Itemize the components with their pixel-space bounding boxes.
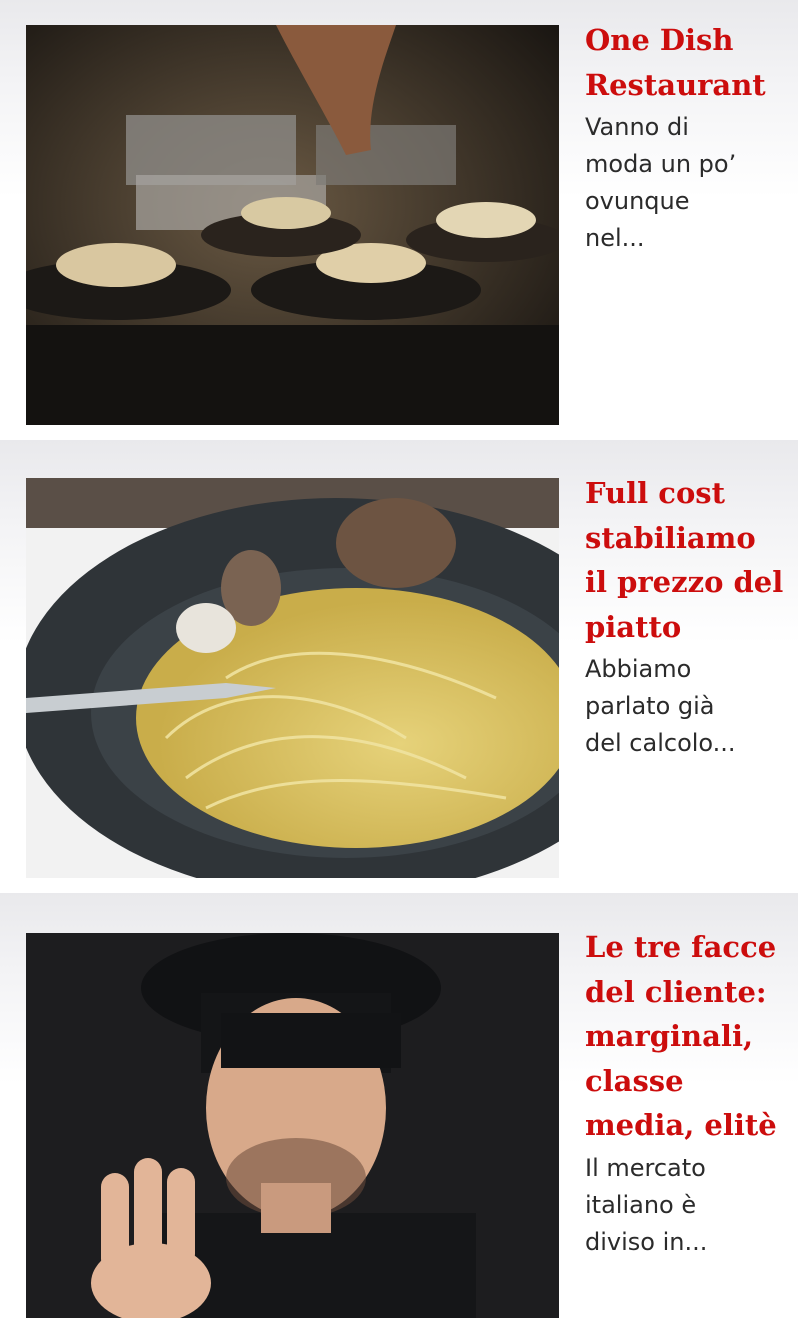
restaurant-kitchen-image <box>26 25 559 425</box>
chef-portrait-image <box>26 933 559 1318</box>
article-excerpt: Abbiamo parlato già del calcolo... <box>585 655 736 757</box>
article-card[interactable]: Le tre facce del cliente: marginali, cla… <box>0 893 798 1318</box>
article-text: One Dish Restaurant Vanno di moda un po’… <box>585 18 798 257</box>
article-thumbnail[interactable] <box>26 25 559 425</box>
article-title-link[interactable]: One Dish Restaurant <box>585 18 798 107</box>
article-card[interactable]: One Dish Restaurant Vanno di moda un po’… <box>0 0 798 440</box>
article-text: Full cost stabiliamo il prezzo del piatt… <box>585 471 798 762</box>
article-card[interactable]: Full cost stabiliamo il prezzo del piatt… <box>0 440 798 893</box>
article-excerpt: Vanno di moda un po’ ovunque nel... <box>585 113 737 252</box>
spaghetti-clams-image <box>26 478 559 878</box>
article-title-link[interactable]: Full cost stabiliamo il prezzo del piatt… <box>585 471 798 649</box>
article-excerpt: Il mercato italiano è diviso in... <box>585 1153 708 1256</box>
article-thumbnail[interactable] <box>26 478 559 878</box>
article-text: Le tre facce del cliente: marginali, cla… <box>585 925 798 1261</box>
article-list: One Dish Restaurant Vanno di moda un po’… <box>0 0 798 1318</box>
article-thumbnail[interactable] <box>26 933 559 1318</box>
article-title-link[interactable]: Le tre facce del cliente: marginali, cla… <box>585 925 798 1148</box>
